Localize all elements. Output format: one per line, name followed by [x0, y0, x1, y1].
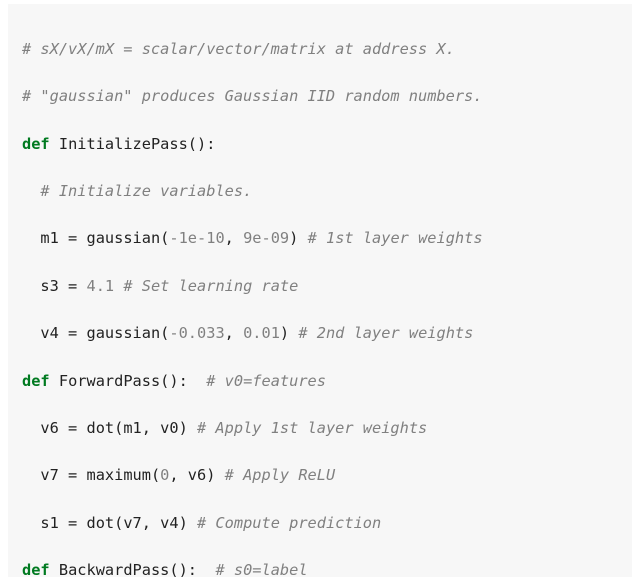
code: m1 = — [40, 229, 86, 247]
punct: (): — [169, 561, 215, 577]
number: 4.1 — [86, 277, 114, 295]
fn-backward: BackwardPass — [59, 561, 170, 577]
comment: # Initialize variables. — [40, 182, 252, 200]
code: (m1, v0) — [114, 419, 197, 437]
keyword-def: def — [22, 561, 50, 577]
punct: , — [225, 229, 243, 247]
number: 0.01 — [243, 324, 280, 342]
comment: # s0=label — [215, 561, 307, 577]
comment: # 1st layer weights — [308, 229, 483, 247]
call-dot: dot — [86, 514, 114, 532]
punct: (): — [160, 372, 206, 390]
code: s3 = — [40, 277, 86, 295]
code: v4 = — [40, 324, 86, 342]
call-maximum: maximum — [86, 466, 150, 484]
code-listing: # sX/vX/mX = scalar/vector/matrix at add… — [8, 4, 632, 577]
number: 0 — [160, 466, 169, 484]
code: v6 = — [40, 419, 86, 437]
comment: # Apply ReLU — [225, 466, 336, 484]
comment: # Compute prediction — [197, 514, 381, 532]
comment-header-1: # sX/vX/mX = scalar/vector/matrix at add… — [22, 40, 455, 58]
punct: ( — [151, 466, 160, 484]
comment-header-2: # "gaussian" produces Gaussian IID rando… — [22, 87, 482, 105]
punct: ) — [289, 229, 307, 247]
punct: (): — [188, 135, 216, 153]
number: -0.033 — [169, 324, 224, 342]
code — [114, 277, 123, 295]
code: s1 = — [40, 514, 86, 532]
keyword-def: def — [22, 372, 50, 390]
call-gaussian: gaussian — [86, 229, 160, 247]
comment: # v0=features — [206, 372, 326, 390]
keyword-def: def — [22, 135, 50, 153]
number: -1e-10 — [169, 229, 224, 247]
punct: ) — [280, 324, 298, 342]
call-dot: dot — [86, 419, 114, 437]
code: v7 = — [40, 466, 86, 484]
comment: # Set learning rate — [123, 277, 298, 295]
punct: ( — [160, 229, 169, 247]
comment: # Apply 1st layer weights — [197, 419, 427, 437]
comment: # 2nd layer weights — [298, 324, 473, 342]
fn-forward: ForwardPass — [59, 372, 160, 390]
call-gaussian: gaussian — [86, 324, 160, 342]
punct: , — [225, 324, 243, 342]
fn-initialize: InitializePass — [59, 135, 188, 153]
number: 9e-09 — [243, 229, 289, 247]
punct: ( — [160, 324, 169, 342]
code: (v7, v4) — [114, 514, 197, 532]
code: , v6) — [169, 466, 224, 484]
